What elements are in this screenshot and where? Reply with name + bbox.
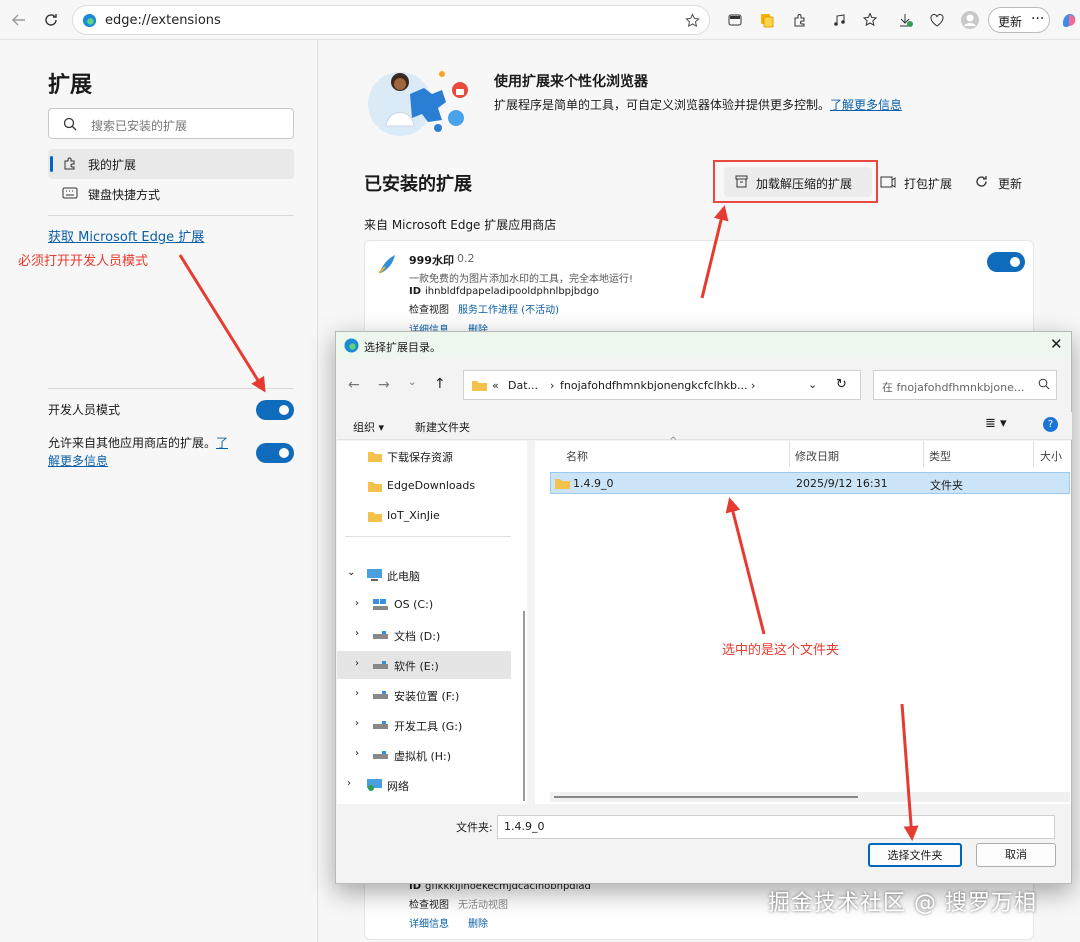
arrow-to-select-button xyxy=(900,703,919,841)
arrow-to-folder xyxy=(725,497,766,635)
watermark: 掘金技术社区 @ 搜罗万相 xyxy=(768,891,1037,916)
arrow-to-load-unpacked xyxy=(700,205,729,299)
annotation-arrows xyxy=(178,205,919,841)
arrow-to-dev-toggle xyxy=(178,254,266,393)
